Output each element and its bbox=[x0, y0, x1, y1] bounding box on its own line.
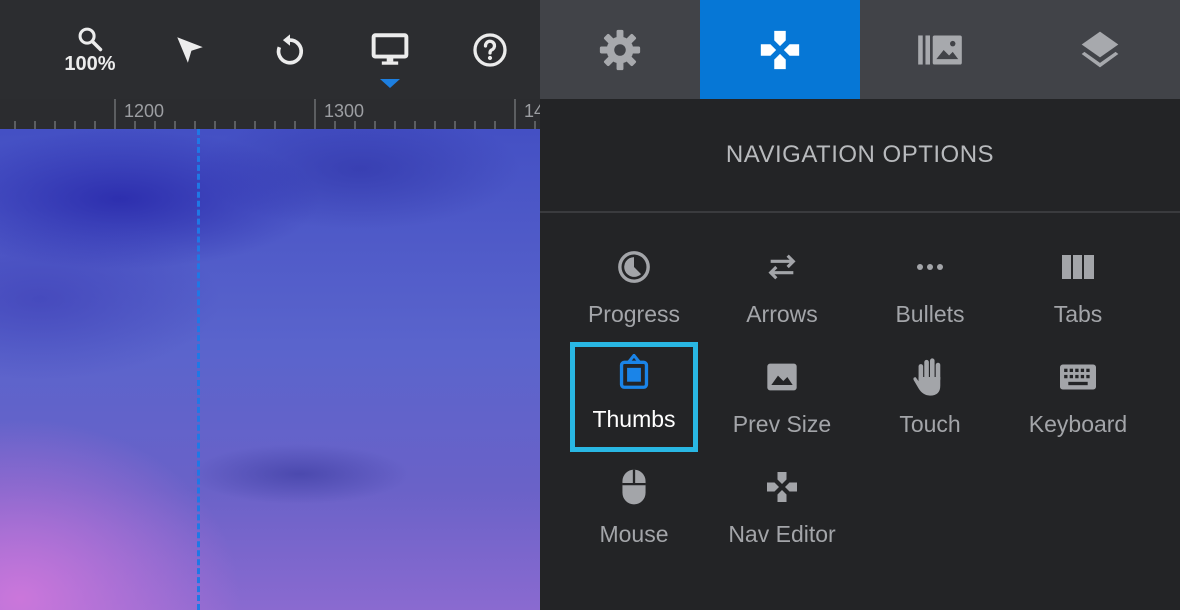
option-bullets[interactable]: Bullets bbox=[866, 237, 994, 347]
ruler-label-1200: 1200 bbox=[124, 101, 165, 121]
option-label: Mouse bbox=[599, 521, 669, 547]
option-label: Progress bbox=[587, 301, 681, 327]
progress-pie-icon bbox=[618, 251, 650, 283]
navigation-gamepad-icon bbox=[760, 30, 800, 69]
tab-layers[interactable] bbox=[1020, 0, 1180, 99]
option-keyboard[interactable]: Keyboard bbox=[1014, 347, 1142, 457]
thumbs-icon bbox=[619, 354, 649, 389]
active-view-indicator bbox=[380, 79, 400, 88]
option-label: Prev Size bbox=[732, 411, 832, 437]
option-thumbs[interactable]: Thumbs bbox=[570, 342, 698, 452]
option-progress[interactable]: Progress bbox=[570, 237, 698, 347]
tab-slides-library[interactable] bbox=[860, 0, 1020, 99]
option-label: Bullets bbox=[895, 301, 965, 327]
settings-tabs bbox=[540, 0, 1180, 99]
option-label: Keyboard bbox=[1028, 411, 1128, 437]
slide-canvas[interactable] bbox=[0, 129, 540, 610]
help-icon bbox=[473, 32, 507, 67]
option-nav-editor[interactable]: Nav Editor bbox=[718, 457, 846, 567]
bullets-icon bbox=[917, 264, 943, 270]
panel-divider bbox=[540, 211, 1180, 213]
keyboard-icon bbox=[1060, 364, 1096, 390]
layers-icon bbox=[1081, 31, 1119, 67]
desktop-view-icon bbox=[371, 32, 409, 65]
select-tool-button[interactable] bbox=[150, 0, 230, 99]
zoom-level: 100% bbox=[64, 52, 116, 75]
option-label: Touch bbox=[899, 411, 961, 437]
ruler-ticks bbox=[14, 99, 536, 129]
mouse-icon bbox=[622, 469, 646, 505]
undo-icon bbox=[276, 33, 303, 65]
hand-icon bbox=[913, 358, 941, 396]
option-tabs[interactable]: Tabs bbox=[1014, 237, 1142, 347]
option-arrows[interactable]: Arrows bbox=[718, 237, 846, 347]
zoom-button[interactable]: 100% bbox=[50, 0, 130, 99]
settings-gear-icon bbox=[599, 29, 641, 70]
slides-library-icon bbox=[918, 34, 962, 65]
option-label: Thumbs bbox=[592, 406, 676, 432]
option-label: Nav Editor bbox=[728, 521, 836, 547]
image-icon bbox=[767, 363, 797, 391]
navigation-options-panel: NAVIGATION OPTIONS Progress Arrows Bulle… bbox=[540, 99, 1180, 610]
gamepad-icon bbox=[767, 472, 797, 502]
vertical-guide-line[interactable] bbox=[197, 129, 200, 610]
option-mouse[interactable]: Mouse bbox=[570, 457, 698, 567]
zoom-icon bbox=[78, 27, 103, 51]
undo-button[interactable] bbox=[250, 0, 330, 99]
option-touch[interactable]: Touch bbox=[866, 347, 994, 457]
option-label: Tabs bbox=[1053, 301, 1103, 327]
tab-settings[interactable] bbox=[540, 0, 700, 99]
ruler-label-1400: 14 bbox=[524, 101, 540, 121]
tabs-icon bbox=[1062, 255, 1094, 279]
editor-toolbar: 100% bbox=[0, 0, 540, 99]
tab-navigation[interactable] bbox=[700, 0, 860, 99]
option-prev-size[interactable]: Prev Size bbox=[718, 347, 846, 457]
horizontal-ruler[interactable]: 1200 1300 14 bbox=[0, 99, 540, 130]
help-button[interactable] bbox=[450, 0, 530, 99]
select-pointer-icon bbox=[177, 36, 203, 63]
arrows-icon bbox=[768, 254, 796, 280]
panel-title: NAVIGATION OPTIONS bbox=[725, 141, 995, 168]
ruler-label-1300: 1300 bbox=[324, 101, 365, 121]
option-label: Arrows bbox=[746, 301, 818, 327]
